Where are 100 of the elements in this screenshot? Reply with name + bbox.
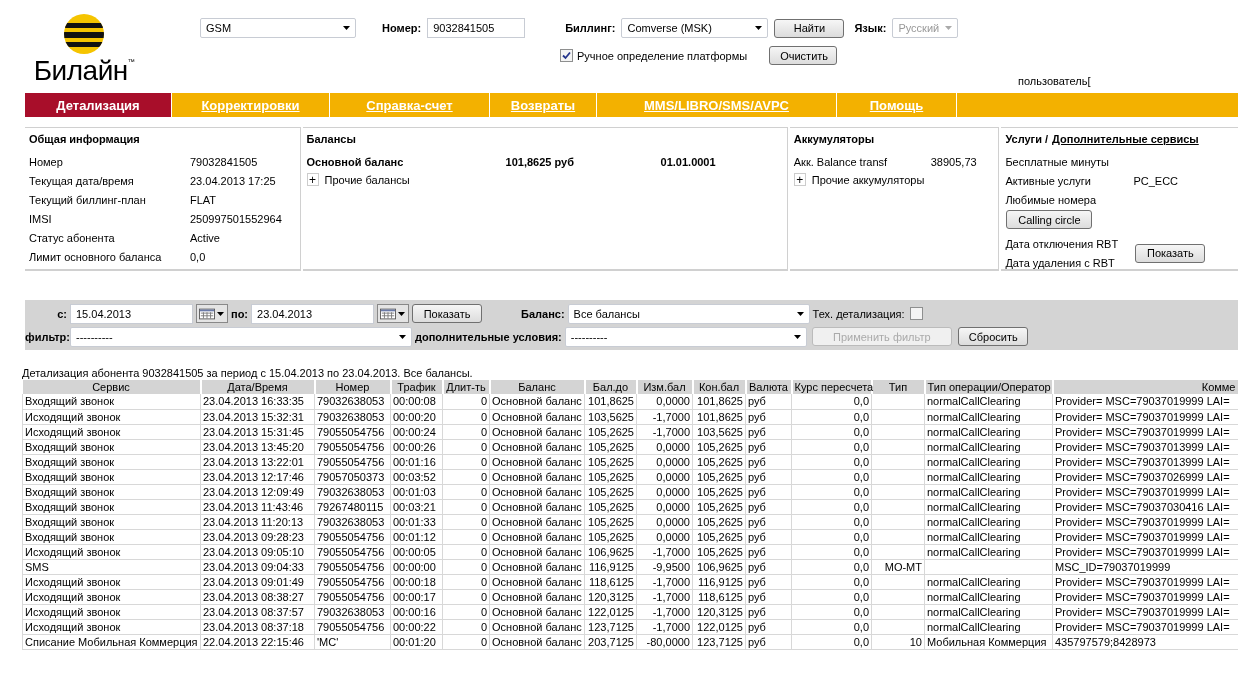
table-cell: Основной баланс bbox=[492, 470, 582, 483]
table-cell: 79032638053 bbox=[317, 515, 385, 528]
clear-button[interactable]: Очистить bbox=[769, 46, 838, 65]
table-cell: 105,2625 bbox=[588, 485, 634, 498]
additional-services-link[interactable]: Дополнительные сервисы bbox=[1052, 133, 1199, 145]
reset-button[interactable]: Сбросить bbox=[957, 327, 1028, 346]
table-cell: 23.04.2013 11:20:13 bbox=[203, 515, 304, 528]
table-cell: 0,0 bbox=[853, 515, 869, 528]
show-button[interactable]: Показать bbox=[412, 304, 483, 323]
billing-select[interactable]: Comverse (MSK) bbox=[621, 18, 769, 38]
table-cell: Основной баланс bbox=[492, 395, 582, 408]
from-label: с: bbox=[56, 307, 67, 320]
table-cell: Provider= MSC=79037030416 LAI= bbox=[1055, 500, 1230, 513]
table-cell: 0,0 bbox=[853, 575, 869, 588]
table-cell: руб bbox=[748, 605, 766, 618]
table-cell: 00:00:00 bbox=[393, 560, 436, 573]
table-cell: 0 bbox=[480, 455, 487, 468]
table-cell: Provider= MSC=79037019999 LAI= bbox=[1055, 590, 1230, 603]
nav-tab[interactable]: Детализация bbox=[25, 93, 172, 117]
table-cell: 105,2625 bbox=[697, 530, 743, 543]
column-header[interactable]: Номер bbox=[314, 380, 391, 394]
table-cell: Входящий звонок bbox=[25, 455, 115, 468]
table-cell: 118,6125 bbox=[697, 590, 743, 603]
column-header[interactable]: Курс пересчета bbox=[791, 380, 872, 394]
table-cell: -80,0000 bbox=[646, 635, 690, 648]
table-cell: 105,2625 bbox=[697, 515, 743, 528]
user-label: пользователь[ bbox=[1018, 75, 1091, 87]
column-header[interactable]: Валюта bbox=[745, 380, 792, 394]
table-cell: Provider= MSC=79037019999 LAI= bbox=[1055, 515, 1230, 528]
balance-select[interactable]: Все балансы bbox=[567, 303, 810, 324]
find-button[interactable]: Найти bbox=[774, 18, 845, 38]
table-cell: руб bbox=[748, 470, 766, 483]
expand-toggle[interactable]: + bbox=[793, 173, 806, 186]
language-label: Язык: bbox=[854, 22, 887, 34]
table-cell: 0 bbox=[480, 635, 487, 648]
conditions-select[interactable]: ---------- bbox=[564, 326, 807, 347]
table-cell: -1,7000 bbox=[652, 620, 690, 633]
column-header[interactable]: Изм.бал bbox=[636, 380, 693, 394]
table-cell: 0 bbox=[480, 575, 487, 588]
table-cell: 116,9125 bbox=[697, 575, 743, 588]
column-header[interactable]: Дата/Время bbox=[200, 380, 315, 394]
column-header[interactable]: Тип операции/Оператор bbox=[924, 380, 1053, 394]
table-cell: 00:00:08 bbox=[393, 395, 436, 408]
logo-icon bbox=[64, 14, 104, 54]
table-cell: 0,0 bbox=[853, 560, 869, 573]
table-cell: 123,7125 bbox=[588, 620, 634, 633]
show-button[interactable]: Показать bbox=[1135, 243, 1206, 263]
to-date-field[interactable]: 23.04.2013 bbox=[251, 303, 375, 324]
other-accumulators-link[interactable]: Прочие аккумуляторы bbox=[811, 173, 925, 186]
number-field[interactable]: 9032841505 bbox=[427, 18, 526, 38]
calendar-button[interactable] bbox=[196, 304, 228, 323]
table-cell: 79055054756 bbox=[317, 545, 385, 558]
table-cell: Исходящий звонок bbox=[25, 575, 121, 588]
table-cell: 105,2625 bbox=[697, 500, 743, 513]
table-cell: -1,7000 bbox=[652, 605, 690, 618]
table-cell: Исходящий звонок bbox=[25, 620, 121, 633]
platform-select[interactable]: GSM bbox=[200, 18, 356, 38]
table-cell: Входящий звонок bbox=[25, 515, 115, 528]
balance-name: Основной баланс bbox=[306, 155, 405, 168]
filter-select[interactable]: ---------- bbox=[70, 326, 412, 347]
column-header[interactable]: Трафик bbox=[390, 380, 443, 394]
table-cell: Основной баланс bbox=[492, 410, 582, 423]
table-cell: 79055054756 bbox=[317, 620, 385, 633]
table-cell: 0,0 bbox=[853, 620, 869, 633]
table-cell: Основной баланс bbox=[492, 515, 582, 528]
table-cell: 23.04.2013 12:09:49 bbox=[203, 485, 304, 498]
table-cell: Provider= MSC=79037019999 LAI= bbox=[1055, 605, 1230, 618]
manual-platform-checkbox[interactable] bbox=[560, 49, 573, 62]
table-cell: Provider= MSC=79037013999 LAI= bbox=[1055, 440, 1230, 453]
tech-detail-checkbox[interactable] bbox=[909, 307, 923, 320]
table-cell: 79055054756 bbox=[317, 575, 385, 588]
table-cell: 0 bbox=[480, 515, 487, 528]
table-cell: 103,5625 bbox=[588, 410, 634, 423]
calendar-button[interactable] bbox=[377, 304, 410, 323]
column-header[interactable]: Сервис bbox=[22, 380, 201, 394]
table-cell: 23.04.2013 11:43:46 bbox=[203, 500, 304, 513]
column-header[interactable]: Бал.до bbox=[584, 380, 637, 394]
table-cell: 120,3125 bbox=[588, 590, 634, 603]
column-header[interactable]: Длит-ть bbox=[442, 380, 490, 394]
column-header[interactable]: Кон.бал bbox=[692, 380, 746, 394]
table-cell: normalCallClearing bbox=[927, 620, 1021, 633]
table-cell: МО-МТ bbox=[884, 560, 922, 573]
table-cell: Основной баланс bbox=[492, 575, 582, 588]
table-cell: 79055054756 bbox=[317, 455, 385, 468]
table-cell: Входящий звонок bbox=[25, 530, 115, 543]
table-cell: SMS bbox=[25, 560, 49, 573]
caret-icon bbox=[792, 333, 802, 340]
table-cell: руб bbox=[748, 455, 766, 468]
table-cell: Мобильная Коммерция bbox=[927, 635, 1047, 648]
table-cell: 105,2625 bbox=[697, 440, 743, 453]
table-cell: Основной баланс bbox=[492, 545, 582, 558]
from-date-field[interactable]: 15.04.2013 bbox=[70, 303, 193, 324]
table-cell: руб bbox=[748, 485, 766, 498]
calling-circle-button[interactable]: Calling circle bbox=[1006, 210, 1093, 229]
column-header[interactable]: Комме bbox=[1052, 380, 1238, 394]
column-header[interactable]: Баланс bbox=[489, 380, 585, 394]
table-cell: руб bbox=[748, 575, 766, 588]
table-cell: 00:00:24 bbox=[393, 425, 436, 438]
other-balances-link[interactable]: Прочие балансы bbox=[324, 173, 410, 186]
expand-toggle[interactable]: + bbox=[306, 173, 319, 186]
